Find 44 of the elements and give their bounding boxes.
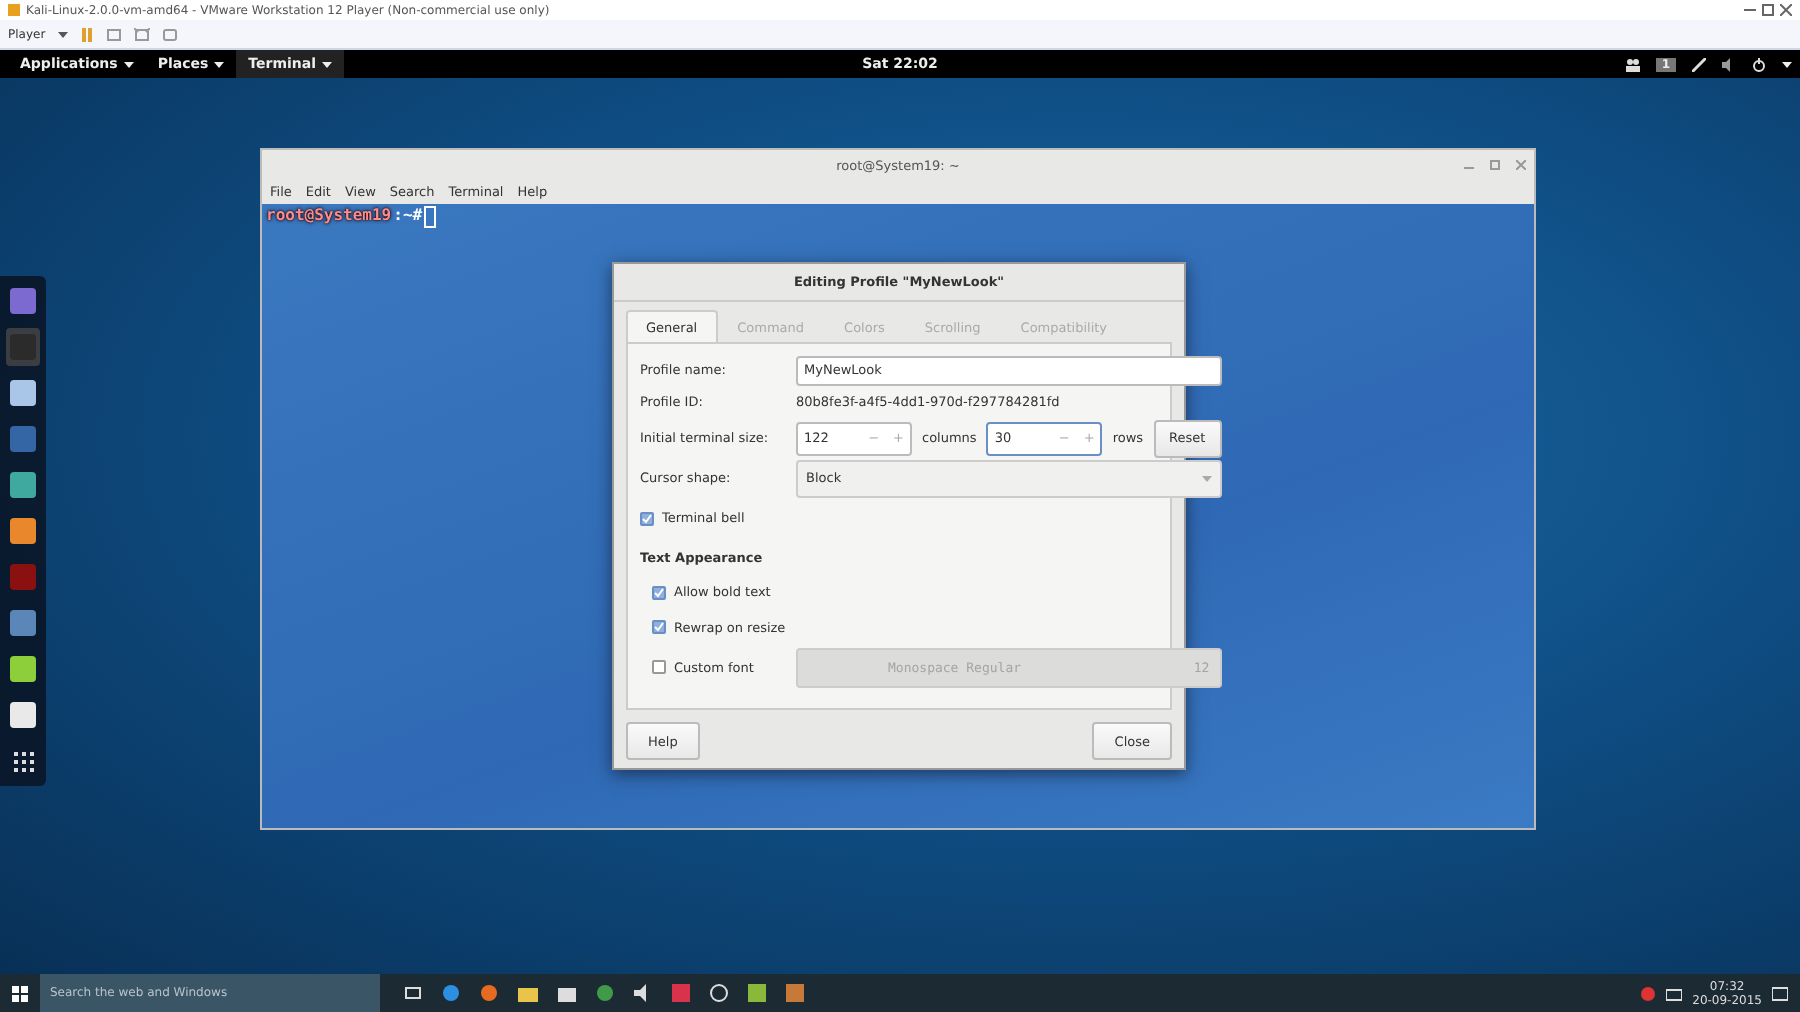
- app-icon: [10, 748, 36, 774]
- app-icon: [10, 656, 36, 682]
- app-icon: [10, 564, 36, 590]
- app-icon: [10, 472, 36, 498]
- prompt-path: :~#: [393, 206, 423, 224]
- app-icon: [10, 288, 36, 314]
- speaker-icon[interactable]: [634, 984, 652, 1002]
- dock-item[interactable]: [6, 696, 40, 734]
- checkbox[interactable]: [652, 660, 666, 674]
- app-icon: [10, 610, 36, 636]
- power-icon[interactable]: [1752, 57, 1766, 71]
- checkbox[interactable]: [652, 620, 666, 634]
- dock-item[interactable]: [6, 512, 40, 550]
- dock-item[interactable]: [6, 466, 40, 504]
- app-icon: [8, 4, 20, 16]
- folder-icon[interactable]: [518, 985, 538, 1001]
- minimize-icon[interactable]: [1744, 4, 1756, 16]
- chat-icon[interactable]: [596, 984, 614, 1002]
- dock-item[interactable]: [6, 374, 40, 412]
- app-icon: [10, 518, 36, 544]
- browser-icon[interactable]: [442, 984, 460, 1002]
- task-view-icon[interactable]: [404, 986, 422, 1000]
- prompt-user: root@System19: [266, 206, 392, 224]
- volume-icon[interactable]: [1722, 57, 1736, 71]
- browser-icon[interactable]: [480, 984, 498, 1002]
- close-icon[interactable]: [1780, 4, 1792, 16]
- windows-icon[interactable]: [12, 985, 28, 1001]
- caret-icon: [1782, 61, 1792, 67]
- app-icon: [10, 380, 36, 406]
- app-icon: [10, 426, 36, 452]
- text-cursor: [424, 206, 437, 228]
- checkbox[interactable]: [640, 511, 654, 525]
- checkbox[interactable]: [652, 585, 666, 599]
- dock-item[interactable]: [6, 650, 40, 688]
- disc-icon[interactable]: [710, 984, 728, 1002]
- caret-icon: [1201, 475, 1212, 481]
- caret-icon: [322, 61, 333, 67]
- caret-icon: [214, 61, 225, 67]
- caret-icon: [123, 61, 134, 67]
- pen-icon[interactable]: [1692, 57, 1706, 71]
- app-icon: [10, 702, 36, 728]
- maximize-icon[interactable]: [1762, 4, 1774, 16]
- caret-icon: [57, 31, 68, 37]
- people-icon[interactable]: [1623, 57, 1640, 71]
